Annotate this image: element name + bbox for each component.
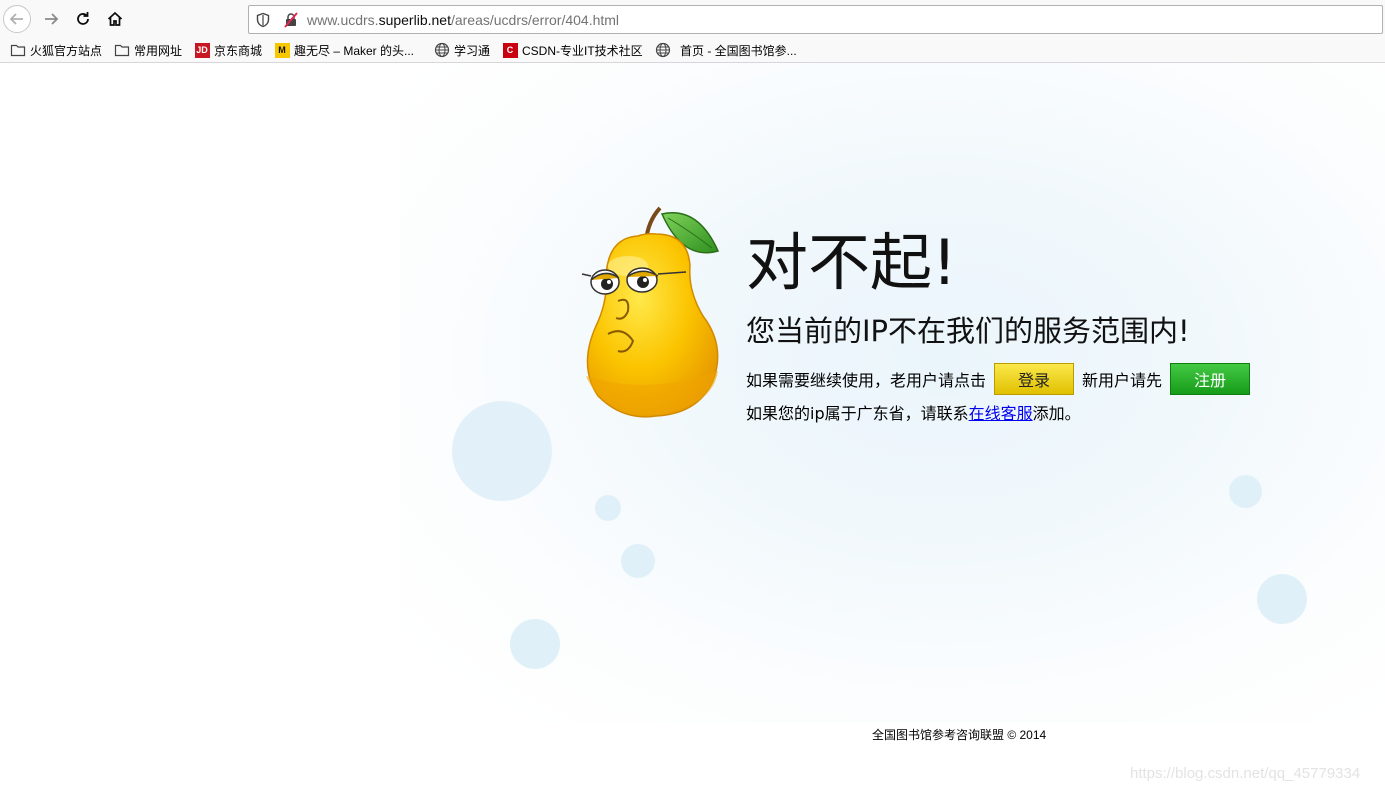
- bookmark-xuexitong[interactable]: 学习通: [434, 42, 490, 58]
- login-prompt: 如果需要继续使用，老用户请点击 登录 新用户请先 注册: [746, 363, 1258, 395]
- home-icon: [107, 11, 123, 26]
- tracking-shield-icon[interactable]: [255, 12, 271, 28]
- csdn-icon: C: [502, 42, 518, 58]
- bookmark-label: CSDN-专业IT技术社区: [522, 43, 643, 58]
- globe-icon: [434, 42, 450, 58]
- bookmark-label: 京东商城: [214, 43, 263, 58]
- bookmark-label: 首页 - 全国图书馆参...: [680, 43, 797, 58]
- watermark-text: https://blog.csdn.net/qq_45779334: [1130, 765, 1361, 782]
- bookmarks-toolbar: 火狐官方站点 常用网址 JD 京东商城 M 趣无尽 – Maker 的头... …: [0, 38, 1385, 63]
- csdn-badge: C: [502, 42, 518, 58]
- bookmark-label: 学习通: [454, 43, 491, 58]
- ip-notice-end: 添加。: [1032, 404, 1081, 423]
- jd-badge: JD: [194, 42, 210, 58]
- decorative-bubble: [452, 401, 552, 501]
- bookmark-common-sites[interactable]: 常用网址: [114, 42, 182, 58]
- arrow-right-icon: [45, 13, 59, 25]
- bookmark-label: 常用网址: [134, 43, 183, 58]
- decorative-bubble: [1257, 574, 1307, 624]
- maker-icon: M: [274, 42, 290, 58]
- decorative-bubble: [595, 495, 621, 521]
- url-text[interactable]: www.ucdrs.superlib.net/areas/ucdrs/error…: [307, 12, 619, 28]
- arrow-left-icon: [9, 13, 23, 25]
- home-button[interactable]: [101, 5, 129, 33]
- ip-notice: 如果您的ip属于广东省，请联系在线客服添加。: [746, 403, 1081, 425]
- maker-badge: M: [274, 42, 290, 58]
- url-bar[interactable]: www.ucdrs.superlib.net/areas/ucdrs/error…: [248, 5, 1383, 34]
- globe-icon: [655, 42, 671, 58]
- reload-icon: [77, 12, 89, 25]
- forward-button[interactable]: [37, 5, 65, 33]
- decorative-bubble: [621, 544, 655, 578]
- folder-icon: [114, 42, 130, 58]
- jd-icon: JD: [194, 42, 210, 58]
- folder-icon: [10, 42, 26, 58]
- bookmark-csdn[interactable]: C CSDN-专业IT技术社区: [502, 42, 643, 58]
- error-message: 您当前的IP不在我们的服务范围内!: [746, 314, 1190, 348]
- back-button[interactable]: [3, 5, 31, 33]
- ip-notice-text: 如果您的ip属于广东省，请联系: [746, 404, 969, 423]
- reload-button[interactable]: [69, 5, 97, 33]
- bookmark-label: 火狐官方站点: [30, 43, 103, 58]
- bookmark-jd[interactable]: JD 京东商城: [194, 42, 262, 58]
- insecure-lock-icon[interactable]: [283, 12, 299, 28]
- error-page: 对不起! 您当前的IP不在我们的服务范围内! 如果需要继续使用，老用户请点击 登…: [0, 63, 1385, 792]
- online-service-link[interactable]: 在线客服: [969, 404, 1033, 423]
- pear-mascot-icon: [581, 206, 720, 418]
- new-user-text: 新用户请先: [1082, 371, 1163, 390]
- login-prompt-text: 如果需要继续使用，老用户请点击: [746, 371, 987, 390]
- decorative-bubble: [1229, 475, 1262, 508]
- decorative-bubble: [510, 619, 560, 669]
- bookmark-firefox-sites[interactable]: 火狐官方站点: [10, 42, 102, 58]
- register-button[interactable]: 注册: [1170, 363, 1251, 395]
- footer-copyright: 全国图书馆参考咨询联盟 © 2014: [872, 728, 1047, 742]
- page-title: 对不起!: [746, 226, 957, 299]
- bookmark-ucdrs-home[interactable]: 首页 - 全国图书馆参...: [655, 42, 797, 58]
- browser-toolbar: www.ucdrs.superlib.net/areas/ucdrs/error…: [0, 0, 1385, 38]
- login-button[interactable]: 登录: [994, 363, 1075, 395]
- bookmark-label: 趣无尽 – Maker 的头...: [294, 43, 415, 58]
- bookmark-maker[interactable]: M 趣无尽 – Maker 的头...: [274, 42, 414, 58]
